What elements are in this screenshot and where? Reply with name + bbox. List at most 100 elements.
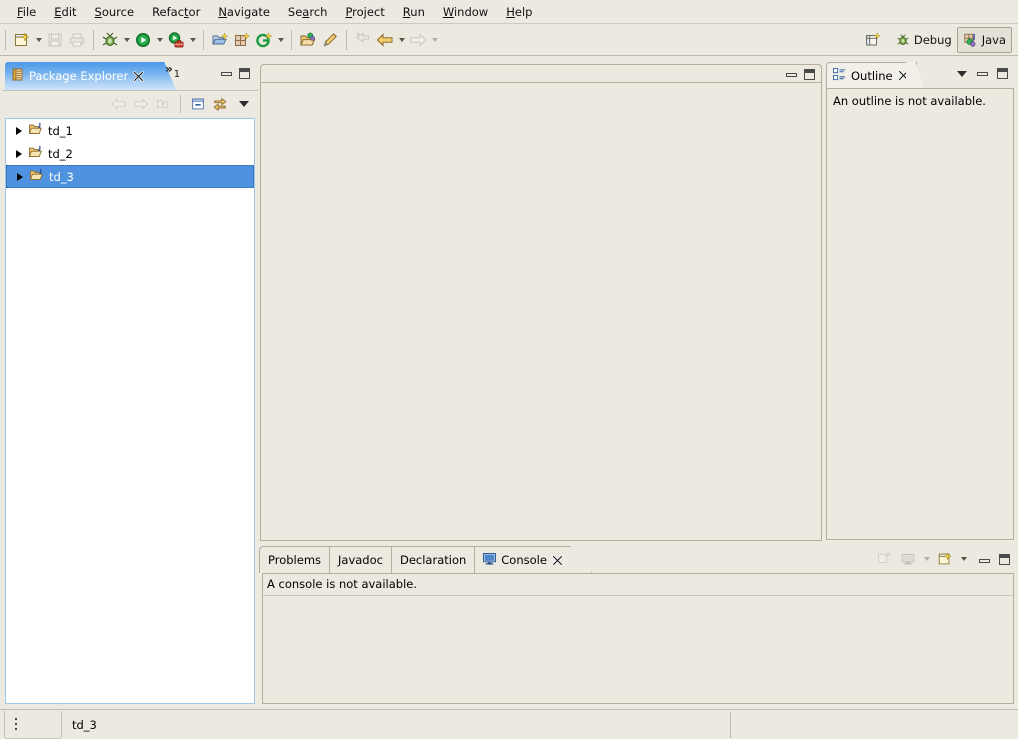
open-type-icon[interactable] bbox=[297, 29, 319, 51]
new-java-project-icon[interactable] bbox=[209, 29, 231, 51]
toolbar-separator bbox=[346, 29, 347, 50]
tree-item-td_2[interactable]: td_2 bbox=[6, 142, 254, 165]
back-icon[interactable] bbox=[374, 29, 396, 51]
outline-tabrow: Outline bbox=[824, 60, 1016, 90]
toolbar-separator bbox=[180, 94, 181, 113]
toolbar-separator bbox=[291, 29, 292, 50]
run-icon[interactable] bbox=[132, 29, 154, 51]
package-explorer-tree[interactable]: td_1 td_2 td_3 bbox=[5, 118, 255, 704]
minimize-icon[interactable] bbox=[979, 555, 990, 564]
menu-help[interactable]: Help bbox=[497, 2, 541, 22]
debug-icon[interactable] bbox=[99, 29, 121, 51]
menu-search[interactable]: Search bbox=[279, 2, 337, 22]
minimize-icon[interactable] bbox=[221, 68, 232, 77]
collapse-all-icon[interactable] bbox=[187, 93, 209, 115]
link-with-editor-icon[interactable] bbox=[209, 93, 231, 115]
menu-refactor[interactable]: Refactor bbox=[143, 2, 209, 22]
main-toolbar: Debug Java bbox=[0, 24, 1018, 56]
tab-javadoc[interactable]: Javadoc bbox=[329, 546, 392, 573]
menu-navigate[interactable]: Navigate bbox=[209, 2, 279, 22]
status-divider bbox=[730, 712, 731, 738]
eclipse-window: File Edit Source Refactor Navigate Searc… bbox=[0, 0, 1018, 739]
view-menu-icon[interactable] bbox=[239, 98, 250, 109]
forward-dropdown-icon bbox=[429, 29, 440, 51]
status-text: td_3 bbox=[72, 717, 97, 732]
perspective-java-button[interactable]: Java bbox=[956, 26, 1012, 53]
editor-window-buttons bbox=[786, 69, 815, 80]
new-wizard-dropdown-icon[interactable] bbox=[33, 29, 44, 51]
menu-window[interactable]: Window bbox=[434, 2, 497, 22]
forward-icon bbox=[407, 29, 429, 51]
display-selected-console-icon bbox=[897, 548, 919, 570]
status-bar: td_3 bbox=[0, 709, 1018, 739]
tab-package-explorer[interactable]: Package Explorer bbox=[5, 62, 151, 90]
tab-declaration[interactable]: Declaration bbox=[390, 546, 476, 573]
expand-arrow-icon[interactable] bbox=[14, 149, 24, 159]
menu-run[interactable]: Run bbox=[394, 2, 434, 22]
new-wizard-icon[interactable] bbox=[11, 29, 33, 51]
toolbar-separator bbox=[5, 29, 6, 50]
new-class-icon[interactable] bbox=[253, 29, 275, 51]
open-perspective-icon[interactable] bbox=[862, 29, 884, 51]
tree-item-td_3[interactable]: td_3 bbox=[6, 165, 254, 188]
display-selected-console-dropdown-icon bbox=[921, 548, 932, 570]
close-icon[interactable] bbox=[552, 554, 563, 566]
outline-body: An outline is not available. bbox=[826, 88, 1014, 540]
pin-console-icon bbox=[873, 548, 895, 570]
save-icon bbox=[44, 29, 66, 51]
print-icon bbox=[66, 29, 88, 51]
tab-console[interactable]: Console bbox=[474, 546, 572, 573]
search-pencil-icon[interactable] bbox=[319, 29, 341, 51]
maximize-icon[interactable] bbox=[239, 68, 250, 79]
open-console-dropdown-icon[interactable] bbox=[958, 548, 969, 570]
console-toolbar bbox=[873, 548, 1012, 570]
toolbar-separator bbox=[93, 29, 94, 50]
maximize-icon[interactable] bbox=[804, 69, 815, 80]
menu-project[interactable]: Project bbox=[336, 2, 393, 22]
close-icon[interactable] bbox=[133, 70, 144, 82]
menu-source[interactable]: Source bbox=[86, 2, 144, 22]
tree-item-td_1[interactable]: td_1 bbox=[6, 119, 254, 142]
menu-edit[interactable]: Edit bbox=[45, 2, 85, 22]
hidden-tabs-chevron[interactable]: » 1 bbox=[165, 62, 181, 82]
tree-item-label: td_3 bbox=[49, 169, 74, 184]
package-explorer-panel: Package Explorer » 1 td_1 td_2 td_3 bbox=[2, 60, 258, 708]
console-message: A console is not available. bbox=[263, 574, 1013, 596]
menu-file[interactable]: File bbox=[8, 2, 45, 22]
back-dropdown-icon[interactable] bbox=[396, 29, 407, 51]
new-class-dropdown-icon[interactable] bbox=[275, 29, 286, 51]
maximize-icon[interactable] bbox=[999, 553, 1010, 565]
editor-area bbox=[259, 60, 823, 542]
view-menu-icon[interactable] bbox=[957, 68, 968, 79]
java-project-icon bbox=[29, 168, 45, 185]
hidden-tabs-chevron-glyph: » bbox=[165, 62, 173, 76]
last-edit-location-icon bbox=[352, 29, 374, 51]
perspective-debug-button[interactable]: Debug bbox=[890, 28, 957, 52]
toolbar-separator bbox=[203, 29, 204, 50]
tab-problems[interactable]: Problems bbox=[259, 546, 331, 573]
open-console-icon[interactable] bbox=[934, 548, 956, 570]
tab-outline[interactable]: Outline bbox=[826, 62, 917, 88]
maximize-icon[interactable] bbox=[997, 68, 1008, 79]
tab-declaration-label: Declaration bbox=[399, 553, 467, 567]
hidden-tabs-count: 1 bbox=[173, 69, 181, 80]
editor-blank-area[interactable] bbox=[260, 82, 822, 541]
expand-arrow-icon[interactable] bbox=[14, 126, 24, 136]
external-tools-dropdown-icon[interactable] bbox=[187, 29, 198, 51]
tab-javadoc-label: Javadoc bbox=[338, 553, 383, 567]
external-tools-icon[interactable] bbox=[165, 29, 187, 51]
editor-tabrow bbox=[260, 64, 822, 82]
run-dropdown-icon[interactable] bbox=[154, 29, 165, 51]
tree-item-label: td_2 bbox=[48, 146, 73, 161]
tab-curve bbox=[570, 546, 592, 573]
forward-icon bbox=[130, 93, 152, 115]
debug-dropdown-icon[interactable] bbox=[121, 29, 132, 51]
console-body[interactable]: A console is not available. bbox=[262, 573, 1014, 704]
minimize-icon[interactable] bbox=[977, 68, 988, 77]
package-explorer-icon bbox=[12, 68, 24, 84]
new-package-icon[interactable] bbox=[231, 29, 253, 51]
tab-package-explorer-label: Package Explorer bbox=[29, 69, 129, 83]
expand-arrow-icon[interactable] bbox=[15, 172, 25, 182]
up-icon bbox=[152, 93, 174, 115]
minimize-icon[interactable] bbox=[786, 69, 797, 78]
